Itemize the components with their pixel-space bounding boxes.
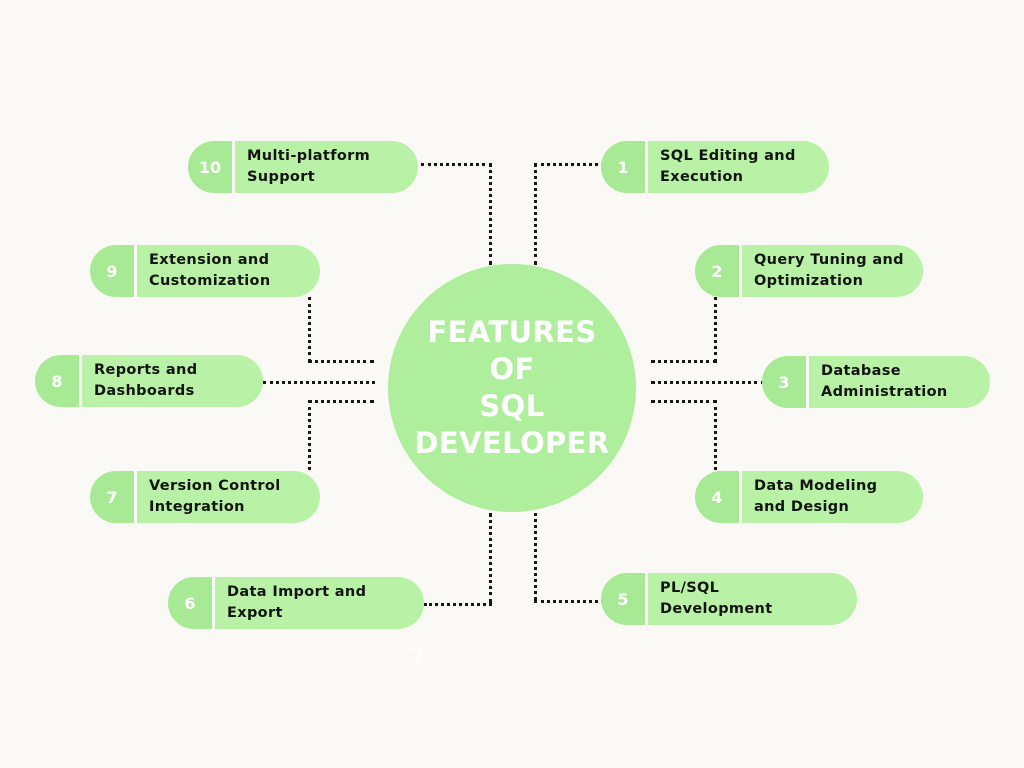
connector-5-vertical [534,513,537,600]
feature-label-7: Version Control Integration [149,477,281,515]
feature-number-7: 7 [90,471,134,523]
feature-label-2: Query Tuning and Optimization [754,251,904,289]
feature-label-6: Data Import and Export [227,583,367,621]
connector-4-horizontal [651,400,717,403]
connector-3-horizontal [651,381,765,384]
infographic-canvas: 7 FEATURES OF SQL DEVELOPER 1 SQL Editin… [0,0,1024,768]
connector-2-vertical [714,297,717,362]
feature-label-3: Database Administration [821,362,948,400]
feature-node-3[interactable]: 3 Database Administration [762,356,990,408]
connector-10-vertical [489,163,492,265]
connector-9-vertical [308,297,311,362]
feature-node-5[interactable]: 5 PL/SQL Development [601,573,857,625]
connector-10-horizontal [421,163,492,166]
center-node: FEATURES OF SQL DEVELOPER [388,264,636,512]
feature-node-9[interactable]: 9 Extension and Customization [90,245,320,297]
connector-2-horizontal [651,360,717,363]
feature-number-6: 6 [168,577,212,629]
feature-label-5: PL/SQL Development [660,579,773,617]
feature-node-8[interactable]: 8 Reports and Dashboards [35,355,263,407]
feature-label-1: SQL Editing and Execution [660,147,796,185]
feature-label-9: Extension and Customization [149,251,271,289]
connector-1-vertical [534,163,537,265]
connector-7-vertical [308,400,311,470]
feature-node-6[interactable]: 6 Data Import and Export [168,577,424,629]
feature-node-1[interactable]: 1 SQL Editing and Execution [601,141,829,193]
connector-8-horizontal [263,381,375,384]
feature-node-10[interactable]: 10 Multi-platform Support [188,141,418,193]
feature-number-8: 8 [35,355,79,407]
watermark-number: 7 [409,643,428,673]
feature-number-2: 2 [695,245,739,297]
connector-5-horizontal [534,600,604,603]
connector-6-horizontal [424,603,492,606]
feature-number-5: 5 [601,573,645,625]
feature-number-10: 10 [188,141,232,193]
connector-9-horizontal [308,360,374,363]
feature-number-3: 3 [762,356,806,408]
feature-label-4: Data Modeling and Design [754,477,878,515]
connector-4-vertical [714,400,717,470]
connector-7-horizontal [308,400,374,403]
feature-number-4: 4 [695,471,739,523]
feature-label-8: Reports and Dashboards [94,361,198,399]
feature-node-4[interactable]: 4 Data Modeling and Design [695,471,923,523]
center-node-title: FEATURES OF SQL DEVELOPER [414,314,610,461]
feature-node-7[interactable]: 7 Version Control Integration [90,471,320,523]
connector-1-horizontal [534,163,604,166]
feature-label-10: Multi-platform Support [247,147,371,185]
connector-6-vertical [489,513,492,603]
feature-number-1: 1 [601,141,645,193]
feature-number-9: 9 [90,245,134,297]
feature-node-2[interactable]: 2 Query Tuning and Optimization [695,245,923,297]
